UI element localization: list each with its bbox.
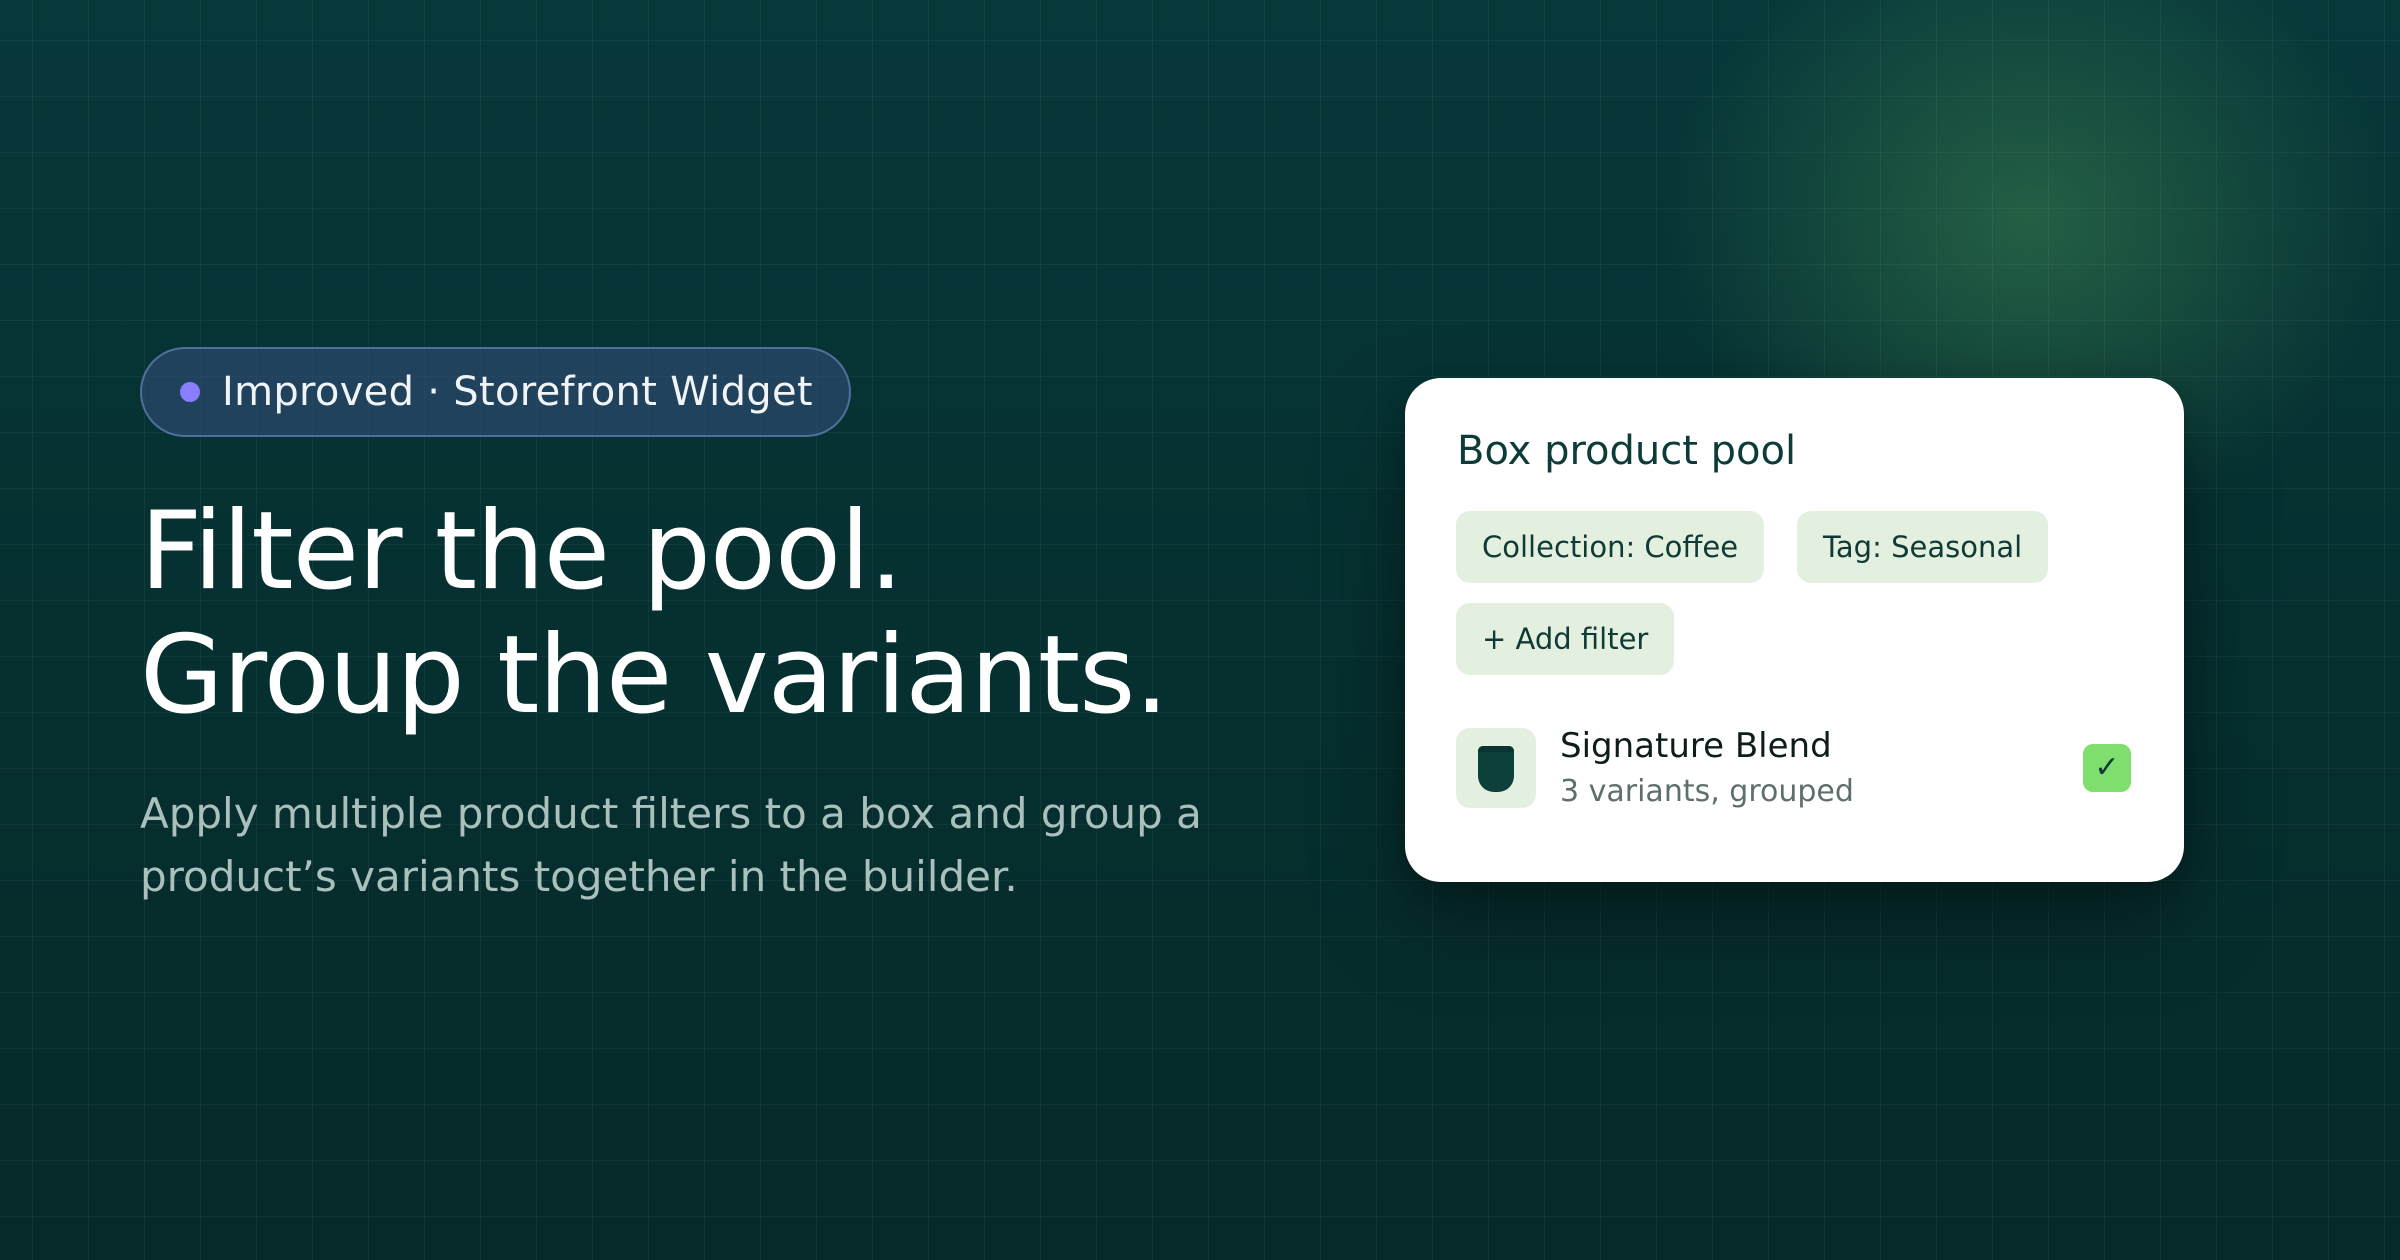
filter-chip-tag[interactable]: Tag: Seasonal bbox=[1797, 511, 2049, 583]
product-select-checkbox[interactable]: ✓ bbox=[2083, 744, 2131, 792]
product-variants-meta: 3 variants, grouped bbox=[1560, 774, 1854, 809]
headline-line-1: Filter the pool. bbox=[140, 489, 903, 614]
filter-chip-collection[interactable]: Collection: Coffee bbox=[1456, 511, 1765, 583]
headline-line-2: Group the variants. bbox=[140, 613, 1169, 738]
release-badge: Improved · Storefront Widget bbox=[140, 347, 851, 437]
dot-icon bbox=[180, 382, 200, 402]
badge-label: Improved · Storefront Widget bbox=[222, 369, 813, 415]
check-icon: ✓ bbox=[2094, 750, 2120, 785]
page-subtext: Apply multiple product filters to a box … bbox=[140, 789, 1202, 901]
page-headline: Filter the pool. Group the variants. bbox=[140, 490, 1340, 738]
hero-canvas: Improved · Storefront Widget Filter the … bbox=[0, 0, 2400, 1260]
box-product-pool-card: Box product pool Collection: Coffee Tag:… bbox=[1405, 378, 2184, 882]
card-title: Box product pool bbox=[1457, 428, 1797, 474]
add-filter-button[interactable]: + Add filter bbox=[1456, 603, 1675, 675]
product-thumbnail bbox=[1456, 728, 1536, 808]
product-name: Signature Blend bbox=[1560, 726, 1832, 766]
coffee-bag-icon bbox=[1478, 746, 1514, 792]
